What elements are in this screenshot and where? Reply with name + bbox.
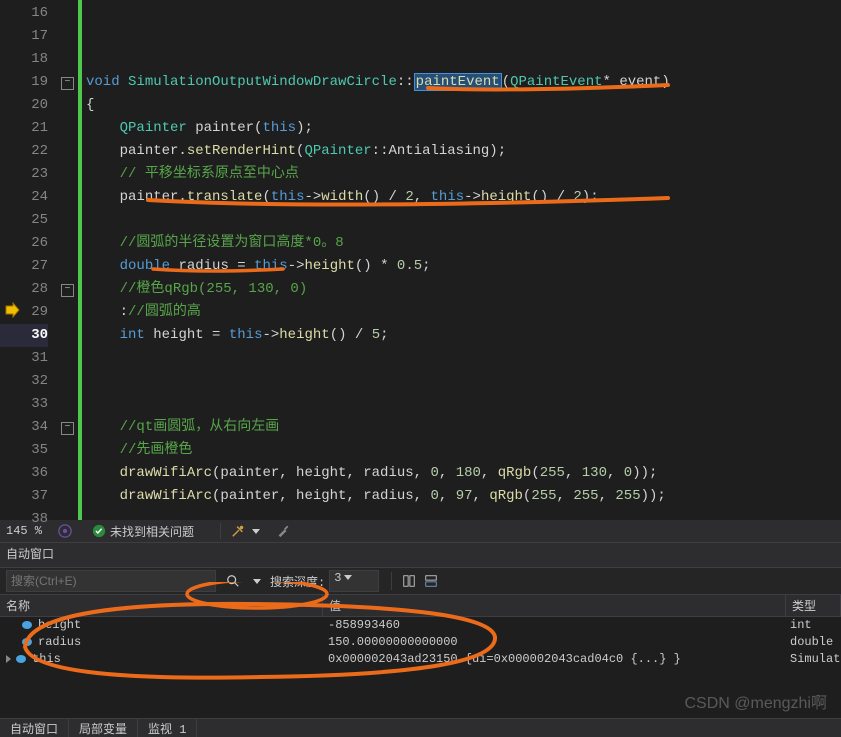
table-row[interactable]: height -858993460 int: [0, 617, 841, 634]
code-line[interactable]: painter.translate(this->width() / 2, thi…: [78, 186, 841, 209]
fold-toggle-icon[interactable]: −: [61, 77, 74, 90]
auto-toolbar: 搜索深度: 3: [0, 567, 841, 594]
code-line[interactable]: // 平移坐标系原点至中心点: [78, 163, 841, 186]
status-bar: 145 % 未找到相关问题: [0, 520, 841, 542]
line-number: 23: [0, 163, 48, 186]
watch-grid: 名称 值 类型 height -858993460 int radius 150…: [0, 594, 841, 668]
view-icon-1[interactable]: [400, 572, 418, 590]
table-row[interactable]: this 0x000002043ad23150 {ui=0x000002043c…: [0, 651, 841, 668]
code-line[interactable]: painter.setRenderHint(QPainter::Antialia…: [78, 140, 841, 163]
line-number: 26: [0, 232, 48, 255]
code-line[interactable]: ://圆弧的高: [78, 301, 841, 324]
fold-column: − − −: [58, 0, 78, 520]
line-number: 17: [0, 25, 48, 48]
fold-toggle-icon[interactable]: −: [61, 284, 74, 297]
line-number: 28: [0, 278, 48, 301]
line-number: 31: [0, 347, 48, 370]
bottom-tabs: 自动窗口 局部变量 监视 1: [0, 718, 841, 737]
code-line[interactable]: {: [78, 94, 841, 117]
line-number: 22: [0, 140, 48, 163]
clear-icon[interactable]: [246, 572, 264, 590]
col-value[interactable]: 值: [323, 595, 786, 616]
screwdriver-icon[interactable]: [276, 524, 294, 538]
view-icon-2[interactable]: [422, 572, 440, 590]
search-input[interactable]: [6, 570, 216, 592]
line-number: 30: [0, 324, 48, 347]
code-line[interactable]: //橙色qRgb(255, 130, 0): [78, 278, 841, 301]
col-type[interactable]: 类型: [786, 595, 841, 616]
depth-label: 搜索深度:: [270, 573, 325, 590]
grid-header: 名称 值 类型: [0, 594, 841, 617]
tool-icon[interactable]: [231, 524, 260, 538]
variable-icon: [20, 619, 34, 631]
line-number: 34: [0, 416, 48, 439]
code-line[interactable]: QPainter painter(this);: [78, 117, 841, 140]
tab-watch1[interactable]: 监视 1: [138, 719, 197, 737]
tab-locals[interactable]: 局部变量: [69, 719, 138, 737]
code-line[interactable]: drawWifiArc(painter, height, radius, 0, …: [78, 462, 841, 485]
code-line[interactable]: //圆弧的半径设置为窗口高度*0。8: [78, 232, 841, 255]
table-row[interactable]: radius 150.00000000000000 double: [0, 634, 841, 651]
line-number: 35: [0, 439, 48, 462]
line-number: 20: [0, 94, 48, 117]
line-number: 36: [0, 462, 48, 485]
issues-status[interactable]: 未找到相关问题: [92, 523, 194, 540]
watermark: CSDN @mengzhi啊: [684, 689, 827, 713]
code-editor: 16 17 18 19 20 21 22 23 24 25 26 27 28 2…: [0, 0, 841, 520]
line-number: 18: [0, 48, 48, 71]
change-indicator: [78, 0, 82, 520]
line-number-gutter: 16 17 18 19 20 21 22 23 24 25 26 27 28 2…: [0, 0, 58, 520]
code-line[interactable]: //qt画圆弧，从右向左画: [78, 416, 841, 439]
line-number: 37: [0, 485, 48, 508]
depth-select[interactable]: 3: [329, 570, 379, 592]
auto-window-title: 自动窗口: [0, 542, 841, 567]
line-number: 24: [0, 186, 48, 209]
line-number: 25: [0, 209, 48, 232]
code-line[interactable]: double radius = this->height() * 0.5;: [78, 255, 841, 278]
code-line[interactable]: //先画橙色: [78, 439, 841, 462]
line-number: 38: [0, 508, 48, 531]
line-number: 19: [0, 71, 48, 94]
line-number: 32: [0, 370, 48, 393]
line-number: 27: [0, 255, 48, 278]
variable-icon: [14, 653, 28, 665]
line-number: 16: [0, 2, 48, 25]
code-line[interactable]: void SimulationOutputWindowDrawCircle::p…: [78, 71, 841, 94]
code-line[interactable]: int height = this->height() / 5;: [78, 324, 841, 347]
execution-pointer-icon: [4, 302, 20, 318]
search-icon[interactable]: [224, 572, 242, 590]
fold-toggle-icon[interactable]: −: [61, 422, 74, 435]
code-area[interactable]: void SimulationOutputWindowDrawCircle::p…: [78, 0, 841, 520]
line-number: 33: [0, 393, 48, 416]
line-number: 21: [0, 117, 48, 140]
variable-icon: [20, 636, 34, 648]
tab-auto[interactable]: 自动窗口: [0, 719, 69, 737]
col-name[interactable]: 名称: [0, 595, 323, 616]
expand-icon[interactable]: [6, 655, 11, 663]
code-line[interactable]: drawWifiArc(painter, height, radius, 0, …: [78, 485, 841, 508]
issues-text: 未找到相关问题: [110, 523, 194, 540]
